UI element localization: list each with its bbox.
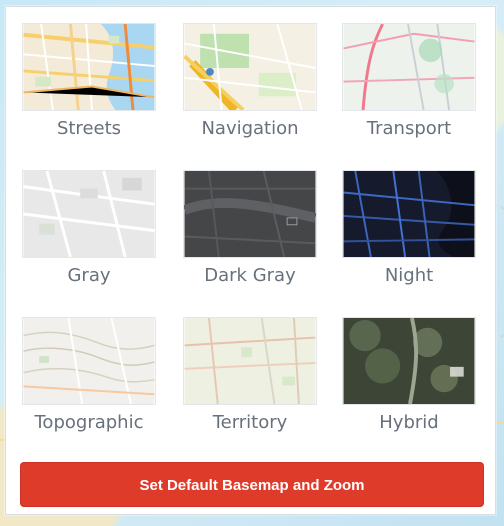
hybrid-thumbnail-icon <box>342 317 476 405</box>
basemap-tile-dark-gray[interactable]: Dark Gray <box>182 170 318 286</box>
navigation-thumbnail-icon <box>183 23 317 111</box>
basemap-label: Territory <box>212 412 288 433</box>
streets-thumbnail-icon <box>22 23 156 111</box>
basemap-gallery-panel: Streets Navigation Transport Gray Dark G… <box>5 6 496 515</box>
territory-thumbnail-icon <box>183 317 317 405</box>
gray-thumbnail-icon <box>22 170 156 258</box>
basemap-label: Topographic <box>34 412 144 433</box>
basemap-label: Transport <box>366 118 452 139</box>
basemap-tile-topographic[interactable]: Topographic <box>21 317 157 433</box>
basemap-label: Hybrid <box>379 412 439 433</box>
basemap-tile-hybrid[interactable]: Hybrid <box>341 317 477 433</box>
topographic-thumbnail-icon <box>22 317 156 405</box>
transport-thumbnail-icon <box>342 23 476 111</box>
basemap-tile-navigation[interactable]: Navigation <box>182 23 318 139</box>
basemap-label: Dark Gray <box>204 265 296 286</box>
basemap-label: Gray <box>67 265 111 286</box>
basemap-tile-territory[interactable]: Territory <box>182 317 318 433</box>
basemap-tile-streets[interactable]: Streets <box>21 23 157 139</box>
night-thumbnail-icon <box>342 170 476 258</box>
dark-gray-thumbnail-icon <box>183 170 317 258</box>
basemap-tile-night[interactable]: Night <box>341 170 477 286</box>
basemap-label: Navigation <box>201 118 299 139</box>
basemap-label: Streets <box>56 118 122 139</box>
set-default-basemap-button[interactable]: Set Default Basemap and Zoom <box>20 462 484 507</box>
basemap-label: Night <box>384 265 434 286</box>
basemap-tile-transport[interactable]: Transport <box>341 23 477 139</box>
basemap-tile-gray[interactable]: Gray <box>21 170 157 286</box>
